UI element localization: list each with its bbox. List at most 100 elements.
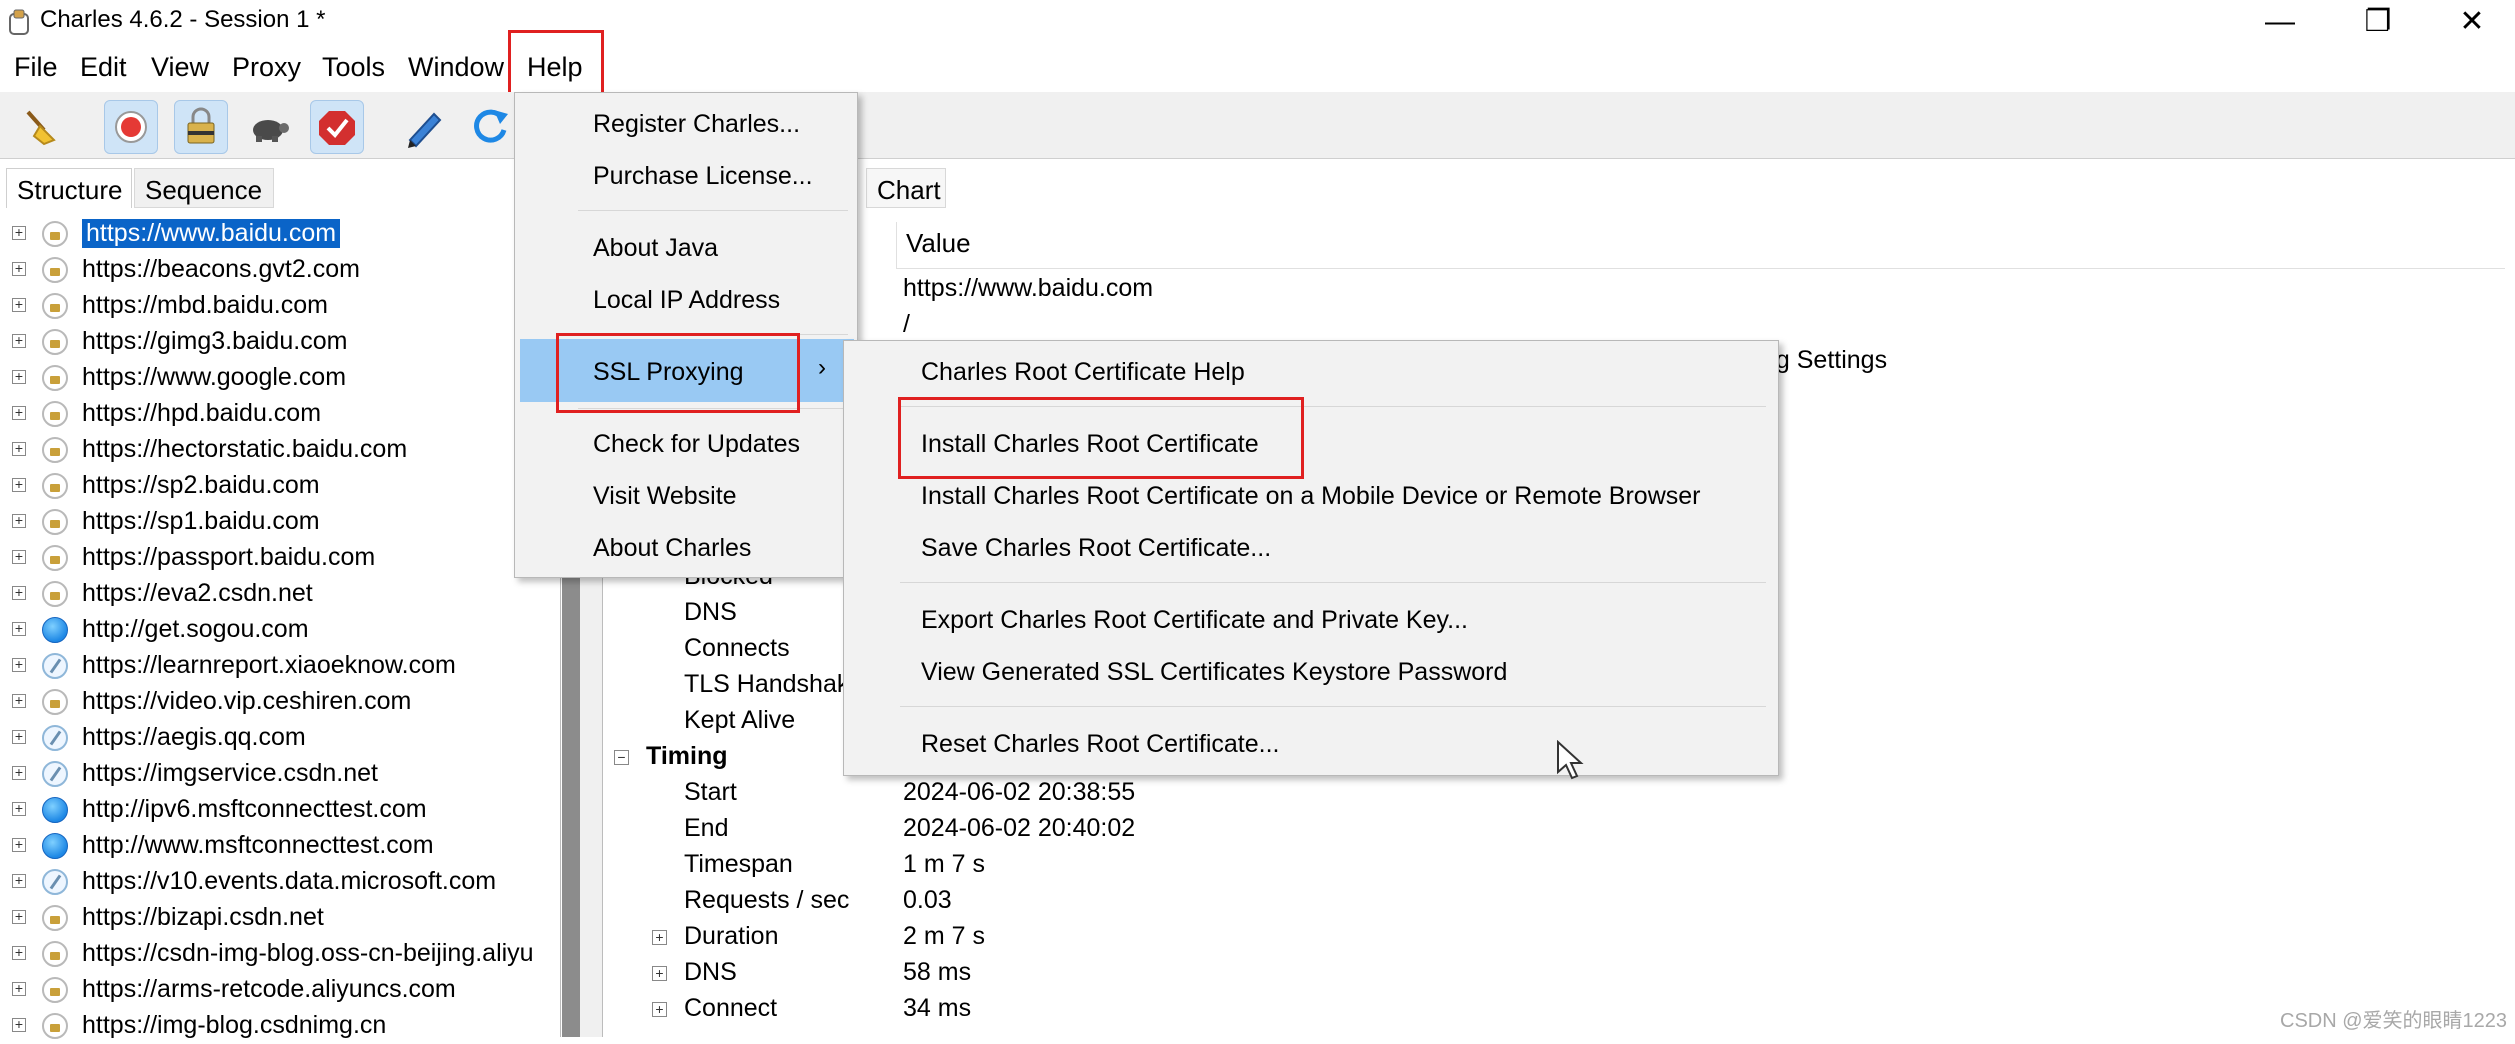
host-row[interactable]: + https://csdn-img-blog.oss-cn-beijing.al… (0, 936, 560, 972)
host-row[interactable]: + https://sp1.baidu.com (0, 504, 560, 540)
submenu-root-certificate-help[interactable]: Charles Root Certificate Help (921, 358, 1245, 387)
blocked-host-icon (42, 869, 68, 895)
host-row[interactable]: + https://learnreport.xiaoeknow.com (0, 648, 560, 684)
expand-toggle-icon[interactable]: + (12, 369, 26, 384)
lock-icon (42, 905, 68, 931)
menu-about-charles[interactable]: About Charles (593, 534, 751, 563)
maximize-button[interactable]: ❐ (2338, 0, 2418, 44)
expand-toggle-icon[interactable]: + (12, 909, 26, 924)
ssl-lock-icon[interactable] (174, 100, 228, 154)
submenu-reset-root-certificate[interactable]: Reset Charles Root Certificate... (921, 730, 1279, 759)
expand-toggle-icon[interactable]: + (12, 477, 26, 492)
throttle-turtle-icon[interactable] (242, 100, 294, 152)
lock-icon (42, 977, 68, 1003)
submenu-install-on-mobile-device[interactable]: Install Charles Root Certificate on a Mo… (921, 482, 1700, 511)
tab-chart[interactable]: Chart (866, 168, 946, 208)
host-row[interactable]: + https://bizapi.csdn.net (0, 900, 560, 936)
expand-toggle-icon[interactable]: + (12, 873, 26, 888)
timing-collapse-toggle[interactable]: − (614, 750, 629, 765)
expand-toggle-icon[interactable]: + (12, 981, 26, 996)
timing-label: Start (684, 778, 737, 806)
host-row[interactable]: + https://beacons.gvt2.com (0, 252, 560, 288)
host-url: https://sp2.baidu.com (82, 471, 320, 499)
expand-toggle-icon[interactable]: + (12, 945, 26, 960)
expand-toggle-icon[interactable]: + (12, 513, 26, 528)
expand-toggle-icon[interactable]: + (12, 549, 26, 564)
timing-label: Timespan (684, 850, 793, 878)
host-row[interactable]: + https://gimg3.baidu.com (0, 324, 560, 360)
refresh-icon[interactable] (464, 100, 516, 152)
window-title: Charles 4.6.2 - Session 1 * (40, 6, 326, 33)
submenu-view-keystore-password[interactable]: View Generated SSL Certificates Keystore… (921, 658, 1507, 687)
host-row[interactable]: + https://arms-retcode.aliyuncs.com (0, 972, 560, 1008)
host-url: https://gimg3.baidu.com (82, 327, 348, 355)
host-row[interactable]: + https://eva2.csdn.net (0, 576, 560, 612)
host-row[interactable]: + https://video.vip.ceshiren.com (0, 684, 560, 720)
expand-toggle-icon[interactable]: + (12, 441, 26, 456)
host-row[interactable]: + https://hpd.baidu.com (0, 396, 560, 432)
expand-toggle-icon[interactable]: + (12, 621, 26, 636)
compose-pen-icon[interactable] (398, 100, 450, 152)
close-button[interactable]: ✕ (2432, 0, 2512, 44)
host-url: https://learnreport.xiaoeknow.com (82, 651, 456, 679)
submenu-export-certificate-and-key[interactable]: Export Charles Root Certificate and Priv… (921, 606, 1468, 635)
host-row[interactable]: + https://imgservice.csdn.net (0, 756, 560, 792)
menu-view[interactable]: View (151, 52, 209, 83)
host-row[interactable]: + https://mbd.baidu.com (0, 288, 560, 324)
host-row[interactable]: + http://www.msftconnecttest.com (0, 828, 560, 864)
breakpoint-icon[interactable] (310, 100, 364, 154)
host-row[interactable]: + https://v10.events.data.microsoft.com (0, 864, 560, 900)
host-row[interactable]: + http://get.sogou.com (0, 612, 560, 648)
host-row[interactable]: + https://img-blog.csdnimg.cn (0, 1008, 560, 1044)
lock-icon (42, 1013, 68, 1039)
expand-toggle-icon[interactable]: + (12, 405, 26, 420)
expand-toggle-icon[interactable]: + (12, 693, 26, 708)
host-url: https://img-blog.csdnimg.cn (82, 1011, 387, 1039)
expand-toggle-icon[interactable]: + (12, 297, 26, 312)
menu-edit[interactable]: Edit (80, 52, 127, 83)
tab-structure[interactable]: Structure (6, 168, 132, 208)
value-column-label: Value (906, 228, 971, 258)
timing-expand-toggle-icon[interactable]: + (652, 1002, 667, 1017)
expand-toggle-icon[interactable]: + (12, 801, 26, 816)
expand-toggle-icon[interactable]: + (12, 765, 26, 780)
minimize-button[interactable]: — (2240, 0, 2320, 44)
expand-toggle-icon[interactable]: + (12, 585, 26, 600)
menu-proxy[interactable]: Proxy (232, 52, 301, 83)
lock-icon (42, 329, 68, 355)
host-row[interactable]: + https://www.baidu.com (0, 216, 560, 252)
tab-sequence[interactable]: Sequence (134, 168, 274, 208)
menu-file[interactable]: File (14, 52, 58, 83)
host-row[interactable]: + https://hectorstatic.baidu.com (0, 432, 560, 468)
expand-toggle-icon[interactable]: + (12, 657, 26, 672)
broom-icon[interactable] (14, 100, 66, 152)
host-row[interactable]: + https://aegis.qq.com (0, 720, 560, 756)
timing-section-label: Timing (646, 742, 728, 770)
menu-window[interactable]: Window (408, 52, 504, 83)
host-url: https://beacons.gvt2.com (82, 255, 360, 283)
expand-toggle-icon[interactable]: + (12, 729, 26, 744)
host-row[interactable]: + https://www.google.com (0, 360, 560, 396)
host-url: https://v10.events.data.microsoft.com (82, 867, 497, 895)
host-row[interactable]: + http://ipv6.msftconnecttest.com (0, 792, 560, 828)
menu-check-for-updates[interactable]: Check for Updates (593, 430, 800, 459)
menu-register-charles[interactable]: Register Charles... (593, 110, 800, 139)
menu-about-java[interactable]: About Java (593, 234, 718, 263)
expand-toggle-icon[interactable]: + (12, 837, 26, 852)
record-icon[interactable] (104, 100, 158, 154)
host-row[interactable]: + https://passport.baidu.com (0, 540, 560, 576)
expand-toggle-icon[interactable]: + (12, 261, 26, 276)
timing-expand-toggle-icon[interactable]: + (652, 930, 667, 945)
host-row[interactable]: + https://sp2.baidu.com (0, 468, 560, 504)
menu-tools[interactable]: Tools (322, 52, 385, 83)
host-url: https://passport.baidu.com (82, 543, 376, 571)
expand-toggle-icon[interactable]: + (12, 1017, 26, 1032)
host-url: https://bizapi.csdn.net (82, 903, 324, 931)
expand-toggle-icon[interactable]: + (12, 333, 26, 348)
menu-purchase-license[interactable]: Purchase License... (593, 162, 813, 191)
submenu-save-root-certificate[interactable]: Save Charles Root Certificate... (921, 534, 1271, 563)
timing-expand-toggle-icon[interactable]: + (652, 966, 667, 981)
menu-local-ip-address[interactable]: Local IP Address (593, 286, 780, 315)
expand-toggle-icon[interactable]: + (12, 225, 26, 240)
menu-visit-website[interactable]: Visit Website (593, 482, 737, 511)
